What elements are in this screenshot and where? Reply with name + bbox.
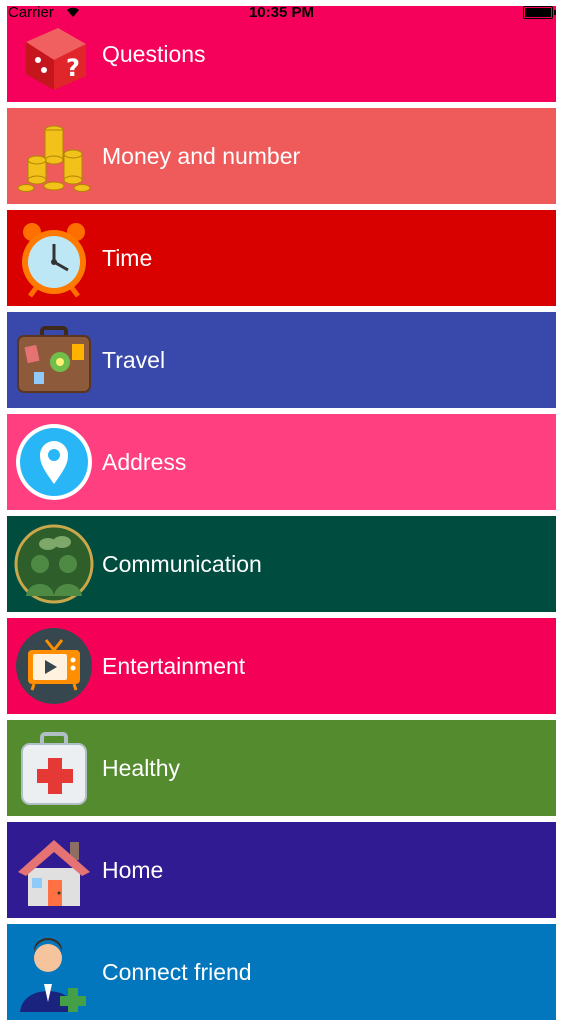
coins-icon: [14, 116, 94, 196]
menu-item-label: Healthy: [102, 754, 180, 781]
battery-icon: [523, 6, 556, 19]
question-dice-icon: ?: [14, 14, 94, 94]
house-icon: [14, 830, 94, 910]
menu-item-connect-friend[interactable]: Connect friend: [7, 924, 556, 1020]
status-time: 10:35 PM: [248, 4, 315, 21]
menu-item-label: Connect friend: [102, 958, 252, 985]
menu-item-entertainment[interactable]: Entertainment: [7, 618, 556, 714]
menu-item-label: Time: [102, 244, 153, 271]
first-aid-kit-icon: [14, 728, 94, 808]
menu-item-address[interactable]: Address: [7, 414, 556, 510]
status-bar: Carrier 10:35 PM: [0, 0, 563, 22]
menu-item-label: Address: [102, 448, 187, 475]
menu-item-time[interactable]: Time: [7, 210, 556, 306]
category-menu: ? Questions Money and number Time Travel…: [7, 6, 556, 1026]
menu-item-money-and-number[interactable]: Money and number: [7, 108, 556, 204]
menu-item-label: Home: [102, 856, 164, 883]
svg-text:?: ?: [66, 54, 80, 82]
alarm-clock-icon: [14, 218, 94, 298]
suitcase-icon: [14, 320, 94, 400]
menu-item-communication[interactable]: Communication: [7, 516, 556, 612]
menu-item-label: Communication: [102, 550, 262, 577]
menu-item-label: Money and number: [102, 142, 301, 169]
people-chat-icon: [14, 524, 94, 604]
menu-item-label: Questions: [102, 40, 206, 67]
menu-item-label: Entertainment: [102, 652, 246, 679]
menu-item-travel[interactable]: Travel: [7, 312, 556, 408]
add-friend-icon: [14, 932, 94, 1012]
menu-item-label: Travel: [102, 346, 166, 373]
location-pin-icon: [14, 422, 94, 502]
menu-item-healthy[interactable]: Healthy: [7, 720, 556, 816]
menu-item-home[interactable]: Home: [7, 822, 556, 918]
tv-play-icon: [14, 626, 94, 706]
